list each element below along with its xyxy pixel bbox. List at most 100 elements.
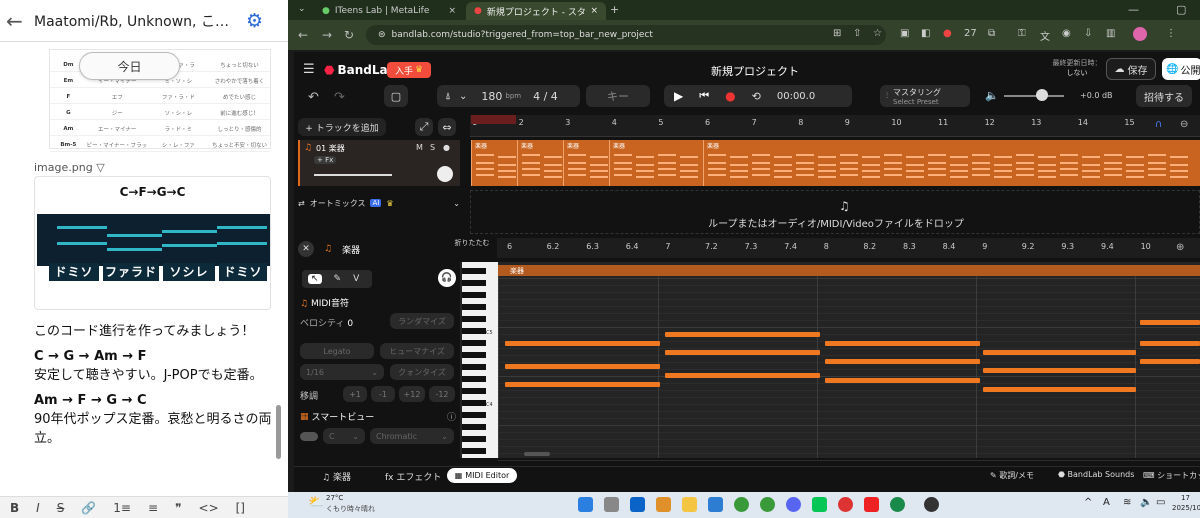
track-fx-button[interactable]: + Fx <box>314 156 337 164</box>
tab-close-icon[interactable]: × <box>590 6 598 16</box>
black-key[interactable] <box>462 280 486 286</box>
extension-icon[interactable]: ◉ <box>1062 28 1071 39</box>
chevron-down-icon[interactable]: ⌄ <box>453 199 460 208</box>
discord-icon[interactable] <box>786 497 801 512</box>
download-icon[interactable]: ⇩ <box>1084 28 1092 39</box>
track-volume-slider[interactable] <box>314 174 392 176</box>
black-key[interactable] <box>462 364 486 370</box>
translate-icon[interactable]: 文 <box>1040 28 1050 43</box>
attachment-image[interactable]: C→F→G→C ドミソ ファラド ソシレ ドミソ <box>34 176 271 310</box>
tab-list-icon[interactable]: ⌄ <box>298 4 306 14</box>
forward-icon[interactable]: → <box>322 28 332 42</box>
save-button[interactable]: ☁ 保存 <box>1106 58 1156 80</box>
humanize-button[interactable]: ヒューマナイズ <box>380 343 454 359</box>
midi-clip[interactable]: 楽器 <box>609 140 703 186</box>
tempo-value[interactable]: 180 <box>481 90 502 103</box>
tab-instrument[interactable]: ♫ 楽器 <box>322 470 351 483</box>
battery-icon[interactable]: ▭ <box>1156 497 1165 508</box>
key-selector[interactable]: キー <box>586 85 650 107</box>
tab-close-icon[interactable]: × <box>448 6 456 16</box>
address-bar[interactable]: ⊜ bandlab.com/studio?triggered_from=top_b… <box>366 25 886 45</box>
black-key[interactable] <box>462 304 486 310</box>
outlook-icon[interactable] <box>630 497 645 512</box>
black-key[interactable] <box>462 388 486 394</box>
black-key[interactable] <box>462 376 486 382</box>
reload-icon[interactable]: ↻ <box>344 28 354 42</box>
transpose-up-1[interactable]: +1 <box>343 386 367 402</box>
chat-scrollbar[interactable] <box>276 405 281 459</box>
quote-button[interactable]: ❞ <box>175 501 181 515</box>
mute-button[interactable]: M <box>416 143 423 152</box>
extension-icon[interactable]: ▣ <box>900 28 909 39</box>
minimize-icon[interactable]: — <box>1128 3 1139 16</box>
black-key[interactable] <box>462 448 486 454</box>
black-key[interactable] <box>462 400 486 406</box>
horizontal-scrollbar[interactable] <box>524 452 550 456</box>
black-key[interactable] <box>462 292 486 298</box>
black-key[interactable] <box>462 412 486 418</box>
share-icon[interactable]: ⇧ <box>853 28 861 39</box>
undo-icon[interactable]: ↶ <box>308 90 319 105</box>
quantize-button[interactable]: クォンタイズ <box>390 364 454 380</box>
today-button[interactable]: 今日 <box>79 52 180 80</box>
back-icon[interactable]: ← <box>298 28 308 42</box>
midi-note[interactable] <box>505 364 660 369</box>
black-key[interactable] <box>462 436 486 442</box>
bullet-list-button[interactable]: ≡ <box>148 501 158 515</box>
tray-chevron-icon[interactable]: ^ <box>1084 497 1092 508</box>
midi-clip[interactable]: 楽器 <box>703 140 1200 186</box>
clock-time[interactable]: 17 <box>1181 494 1190 502</box>
extension-icon[interactable]: ● <box>943 28 952 39</box>
midi-note[interactable] <box>1140 359 1200 364</box>
clock-date[interactable]: 2025/10 <box>1172 504 1200 512</box>
track-name[interactable]: 01 楽器 <box>316 143 345 154</box>
bookmark-icon[interactable]: ☆ <box>873 28 882 39</box>
midi-note[interactable] <box>825 378 980 383</box>
midi-note[interactable] <box>983 368 1136 373</box>
timeline-ruler[interactable]: 123456789101112131415 <box>470 115 1200 137</box>
midi-note[interactable] <box>825 359 980 364</box>
vscode-icon[interactable] <box>708 497 723 512</box>
fit-tool-icon[interactable]: ⇔ <box>438 118 456 136</box>
back-arrow-icon[interactable]: ← <box>6 9 28 33</box>
codeblock-button[interactable]: [] <box>236 501 245 515</box>
headphones-icon[interactable]: 🎧 <box>438 269 456 287</box>
zoom-icon[interactable]: ⊕ <box>1176 242 1184 253</box>
volume-icon[interactable]: 🔈 <box>985 89 999 102</box>
grid-select[interactable]: 1/16 ⌄ <box>300 364 384 380</box>
bandlab-logo[interactable]: ⬣ BandLab <box>324 63 396 77</box>
tab-bandlab[interactable]: ● 新規プロジェクト - スタジオ× <box>466 2 606 20</box>
region-header[interactable]: 楽器 <box>498 265 1200 276</box>
project-title[interactable]: 新規プロジェクト <box>700 63 810 79</box>
transpose-down-12[interactable]: -12 <box>429 386 455 402</box>
volume-slider-handle[interactable] <box>1036 89 1048 101</box>
ime-icon[interactable]: A <box>1103 497 1110 508</box>
speaker-icon[interactable]: 🔈 <box>1140 497 1152 508</box>
black-key[interactable] <box>462 352 486 358</box>
midi-note[interactable] <box>825 341 980 346</box>
redo-icon[interactable]: ↷ <box>334 90 345 105</box>
midi-note[interactable] <box>983 387 1136 392</box>
midi-note[interactable] <box>665 332 820 337</box>
midi-clip[interactable]: 楽器 <box>471 140 517 186</box>
track-header[interactable]: ♫ 01 楽器 M S ● + Fx <box>298 140 460 186</box>
midi-note[interactable] <box>1140 320 1200 325</box>
midi-note[interactable] <box>505 341 660 346</box>
italic-button[interactable]: I <box>36 501 40 515</box>
extension-icon[interactable]: ◧ <box>921 28 930 39</box>
site-info-icon[interactable]: ⊜ <box>378 30 386 40</box>
explorer-icon[interactable] <box>682 497 697 512</box>
midi-clip[interactable]: 楽器 <box>517 140 563 186</box>
app-icon[interactable] <box>838 497 853 512</box>
black-key[interactable] <box>462 424 486 430</box>
close-editor-icon[interactable]: ✕ <box>298 241 314 257</box>
tempo-control[interactable]: ⍋ ⌄ 180 bpm 4 / 4 <box>437 85 580 107</box>
pan-knob[interactable] <box>437 166 453 182</box>
link-tool-icon[interactable]: ⤢ <box>415 118 433 136</box>
midi-clip[interactable]: 楽器 <box>563 140 609 186</box>
sounds-button[interactable]: ⬣ BandLab Sounds <box>1058 470 1134 479</box>
magnet-icon[interactable]: ∩ <box>1155 119 1162 130</box>
buy-button[interactable]: 入手 ♛ <box>387 62 431 78</box>
time-signature[interactable]: 4 / 4 <box>533 90 558 103</box>
pointer-tool-icon[interactable]: ↖ <box>308 274 322 284</box>
